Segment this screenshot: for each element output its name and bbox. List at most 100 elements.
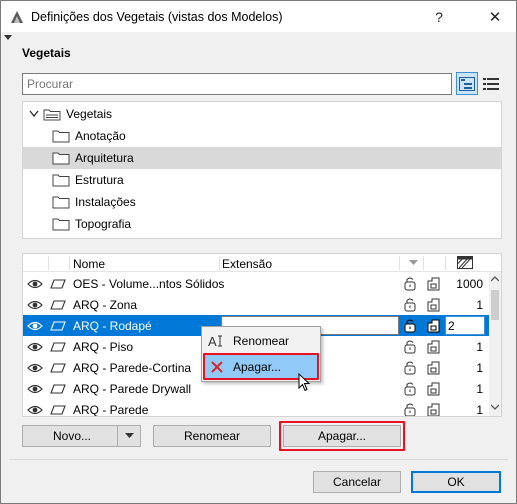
- intersection-group-value: 1: [476, 339, 483, 354]
- footer-divider: [9, 459, 508, 460]
- button-highlight-box: [279, 421, 405, 451]
- eye-visibility-icon[interactable]: [27, 336, 43, 357]
- intersection-group-field[interactable]: 2: [445, 316, 485, 335]
- context-menu-rename-label: Renomear: [233, 334, 290, 348]
- tree-view-button[interactable]: [456, 72, 478, 95]
- rename-icon: A: [208, 333, 226, 349]
- wireframe-icon[interactable]: [427, 336, 441, 357]
- layer-icon: [50, 273, 66, 294]
- tree-item-label: Anotação: [75, 129, 126, 143]
- list-row[interactable]: ARQ - Parede 1: [23, 399, 489, 417]
- scroll-down-icon[interactable]: [491, 404, 499, 410]
- layer-icon: [50, 357, 66, 378]
- chevron-down-icon[interactable]: [29, 110, 39, 118]
- column-header-extension[interactable]: Extensão: [222, 257, 272, 271]
- eye-visibility-icon[interactable]: [27, 294, 43, 315]
- new-dropdown-button[interactable]: [117, 425, 141, 447]
- layer-icon: [50, 399, 66, 416]
- lock-icon[interactable]: [403, 378, 417, 399]
- folder-icon: [52, 130, 70, 143]
- row-name: ARQ - Zona: [73, 297, 138, 312]
- search-input[interactable]: [22, 73, 452, 95]
- rename-button-label: Renomear: [183, 429, 241, 443]
- wireframe-icon[interactable]: [427, 378, 441, 399]
- intersection-group-value: 1: [476, 360, 483, 375]
- row-name: ARQ - Parede-Cortina: [73, 360, 192, 375]
- folder-icon: [52, 218, 70, 231]
- tree-item-topografia[interactable]: Topografia: [23, 213, 501, 235]
- cancel-button[interactable]: Cancelar: [313, 471, 401, 493]
- mouse-cursor-icon: [298, 373, 311, 392]
- tree-item-label: Arquitetura: [75, 151, 134, 165]
- tree-item-label: Topografia: [75, 217, 132, 231]
- row-name: ARQ - Piso: [73, 339, 134, 354]
- wireframe-icon[interactable]: [427, 294, 441, 315]
- wireframe-icon[interactable]: [427, 399, 441, 416]
- row-name: ARQ - Parede Drywall: [73, 381, 192, 396]
- lock-icon[interactable]: [403, 336, 417, 357]
- wireframe-icon[interactable]: [427, 357, 441, 378]
- tree-item-anotacao[interactable]: Anotação: [23, 125, 501, 147]
- eye-visibility-icon[interactable]: [27, 399, 43, 416]
- intersection-group-value: 1: [476, 402, 483, 417]
- list-scrollbar[interactable]: [489, 272, 501, 416]
- scroll-thumb[interactable]: [491, 290, 499, 320]
- row-name: ARQ - Rodapé: [73, 318, 152, 333]
- svg-text:A: A: [208, 334, 217, 348]
- tree-item-estrutura[interactable]: Estrutura: [23, 169, 501, 191]
- intersection-group-value: 1: [476, 297, 483, 312]
- list-view-button[interactable]: [480, 72, 502, 95]
- ok-button-label: OK: [447, 475, 465, 489]
- new-button[interactable]: Novo...: [22, 425, 118, 447]
- close-button[interactable]: ✕: [477, 1, 513, 32]
- lock-icon[interactable]: [403, 273, 417, 294]
- lock-icon[interactable]: [403, 315, 417, 336]
- folder-icon: [52, 152, 70, 165]
- list-view-icon: [483, 77, 499, 90]
- tree-item-label: Estrutura: [75, 173, 124, 187]
- list-row[interactable]: ARQ - Zona 1: [23, 294, 489, 315]
- hatch-pattern-icon: [457, 256, 473, 269]
- archicad-app-icon: [11, 10, 23, 23]
- chevron-down-icon: [124, 433, 134, 438]
- list-row[interactable]: OES - Volume...ntos Sólidos 1000: [23, 273, 489, 294]
- eye-visibility-icon[interactable]: [27, 315, 43, 336]
- wireframe-icon[interactable]: [427, 273, 441, 294]
- lock-icon[interactable]: [403, 399, 417, 416]
- row-name: OES - Volume...ntos Sólidos: [73, 276, 225, 291]
- rename-button[interactable]: Renomear: [153, 425, 271, 447]
- lock-icon[interactable]: [403, 357, 417, 378]
- layer-icon: [50, 336, 66, 357]
- wireframe-icon[interactable]: [427, 315, 441, 336]
- tree-item-instalacoes[interactable]: Instalações: [23, 191, 501, 213]
- section-title: Vegetais: [22, 46, 71, 60]
- lock-icon[interactable]: [403, 294, 417, 315]
- intersection-group-value: 1: [476, 381, 483, 396]
- new-button-label: Novo...: [53, 429, 92, 443]
- collapse-arrow-icon[interactable]: [4, 35, 12, 41]
- scroll-up-icon[interactable]: [491, 276, 499, 282]
- layers-folder-icon: [43, 109, 61, 121]
- title-bar: Definições dos Vegetais (vistas dos Mode…: [1, 1, 516, 32]
- layer-icon: [50, 315, 66, 336]
- list-header: Nome Extensão: [23, 254, 501, 272]
- row-name: ARQ - Parede: [73, 402, 149, 417]
- intersection-group-value: 1000: [456, 276, 483, 291]
- eye-visibility-icon[interactable]: [27, 378, 43, 399]
- eye-visibility-icon[interactable]: [27, 357, 43, 378]
- ok-button[interactable]: OK: [411, 471, 501, 493]
- tree-view-icon: [459, 76, 475, 91]
- layer-icon: [50, 294, 66, 315]
- eye-visibility-icon[interactable]: [27, 273, 43, 294]
- tree-root-label: Vegetais: [66, 107, 113, 121]
- dropdown-arrow-icon[interactable]: [409, 260, 418, 266]
- column-header-name[interactable]: Nome: [73, 257, 105, 271]
- layer-icon: [50, 378, 66, 399]
- tree-root-vegetais[interactable]: Vegetais: [23, 103, 501, 125]
- category-tree: Vegetais Anotação Arquitetura Estrutura: [22, 101, 502, 239]
- context-menu-rename[interactable]: A Renomear: [204, 329, 318, 353]
- cancel-button-label: Cancelar: [332, 475, 382, 489]
- help-button[interactable]: ?: [421, 1, 457, 32]
- window-title: Definições dos Vegetais (vistas dos Mode…: [31, 9, 283, 24]
- tree-item-arquitetura[interactable]: Arquitetura: [23, 147, 501, 169]
